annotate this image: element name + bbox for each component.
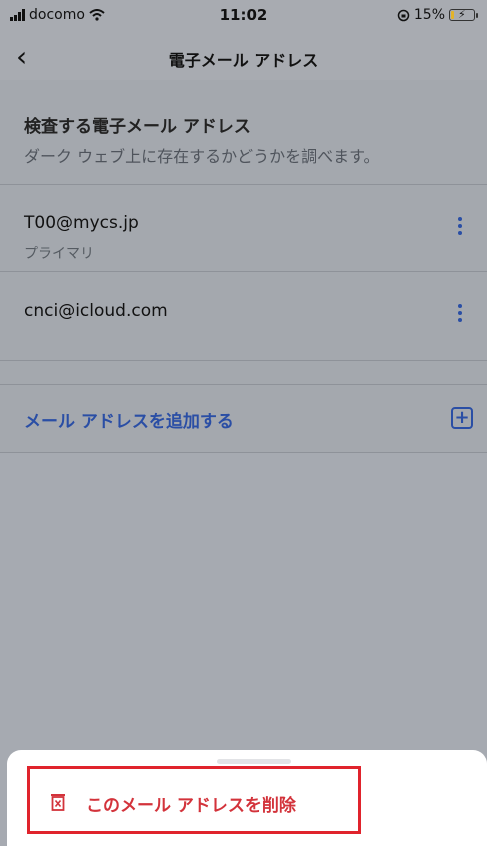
section-subtitle: ダーク ウェブ上に存在するかどうかを調べます。 (24, 147, 380, 166)
email-row-primary[interactable]: T00@mycs.jp プライマリ (0, 184, 487, 272)
status-bar: docomo 11:02 15% ⚡ (0, 0, 487, 34)
battery-percent: 15% (413, 7, 445, 23)
email-row[interactable]: cnci@icloud.com (0, 271, 487, 361)
orientation-lock-icon (397, 9, 410, 21)
plus-square-icon[interactable]: + (451, 407, 473, 429)
email-address: cnci@icloud.com (24, 301, 168, 321)
page-title: 電子メール アドレス (168, 51, 319, 70)
section-divider (0, 360, 487, 385)
more-options-icon[interactable] (457, 304, 463, 322)
email-label: プライマリ (24, 246, 94, 262)
battery-info: 15% ⚡ (397, 7, 478, 23)
add-email-label: メール アドレスを追加する (24, 412, 234, 432)
battery-icon: ⚡ (449, 8, 478, 21)
section-title: 検査する電子メール アドレス (24, 117, 251, 137)
delete-email-button[interactable]: このメール アドレスを削除 (27, 766, 361, 834)
email-address: T00@mycs.jp (24, 213, 139, 233)
trash-icon (51, 794, 65, 811)
add-email-button[interactable]: メール アドレスを追加する + (0, 384, 487, 453)
delete-email-label: このメール アドレスを削除 (86, 796, 296, 816)
section-header: 検査する電子メール アドレス ダーク ウェブ上に存在するかどうかを調べます。 (0, 80, 487, 184)
action-sheet: このメール アドレスを削除 (7, 750, 487, 846)
sheet-grabber[interactable] (217, 759, 291, 764)
nav-bar: ‹ 電子メール アドレス (0, 34, 487, 80)
more-options-icon[interactable] (457, 217, 463, 235)
